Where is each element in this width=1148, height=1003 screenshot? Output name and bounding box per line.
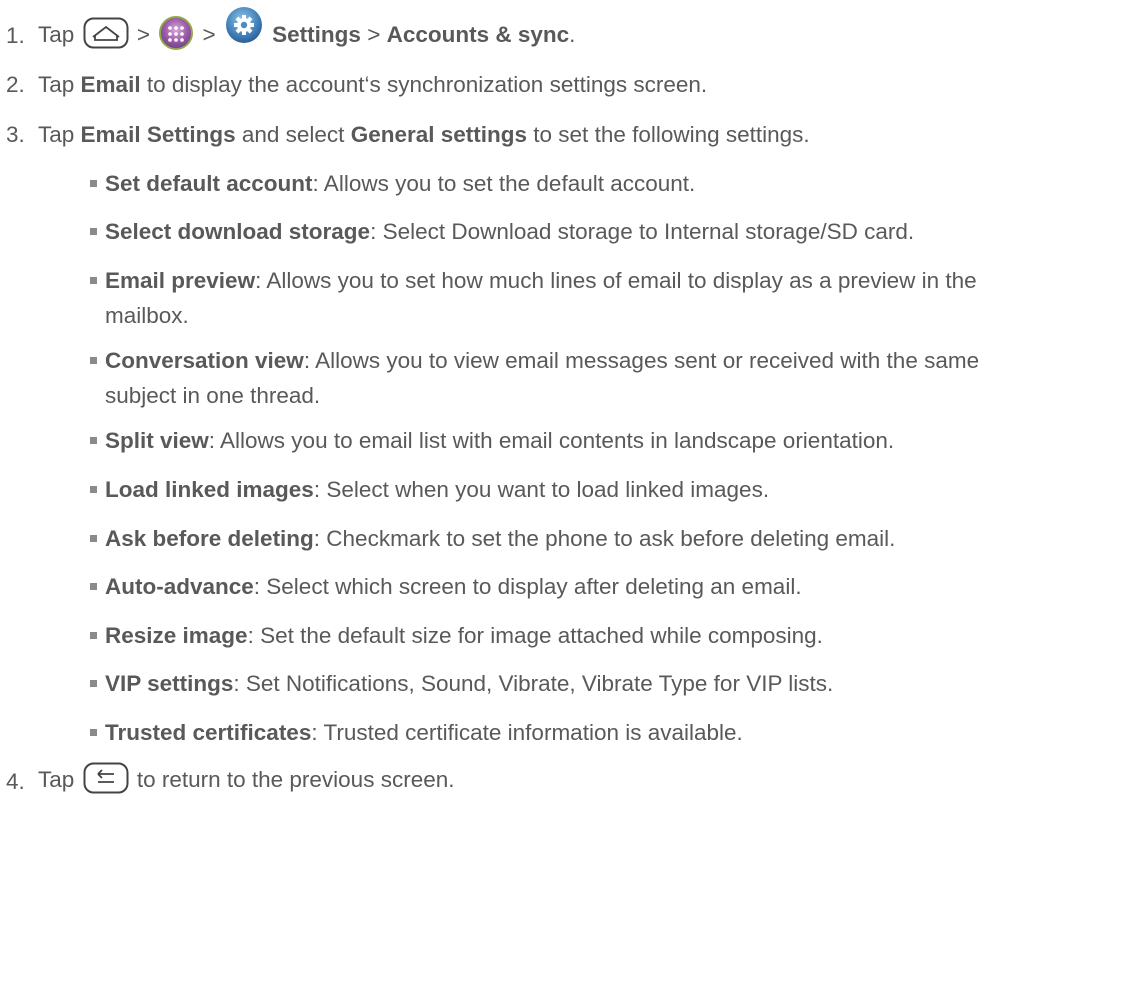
step-number: 1. — [6, 23, 25, 48]
bullet-square — [90, 729, 97, 736]
bullet-square — [90, 437, 97, 444]
step-number: 4. — [6, 769, 25, 794]
term: Trusted certificates — [105, 720, 312, 745]
step-number: 2. — [6, 72, 25, 97]
back-key-icon — [83, 762, 129, 800]
term: Auto-advance — [105, 574, 254, 599]
bullet-square — [90, 680, 97, 687]
settings-gear-icon — [224, 5, 264, 51]
email-label: Email — [80, 72, 141, 97]
term: Conversation view — [105, 348, 304, 373]
step-text: Tap — [38, 21, 75, 47]
apps-icon — [158, 15, 194, 57]
settings-label: Settings — [272, 21, 361, 47]
term: Ask before deleting — [105, 526, 314, 551]
bullet-square — [90, 357, 97, 364]
email-settings-label: Email Settings — [80, 122, 236, 147]
term: Resize image — [105, 623, 248, 648]
home-key-icon — [83, 17, 129, 55]
term: Select download storage — [105, 219, 371, 244]
term: Split view — [105, 428, 209, 453]
bullet-square — [90, 277, 97, 284]
separator: > — [202, 21, 216, 47]
bullet-square — [90, 180, 97, 187]
general-settings-label: General settings — [350, 122, 528, 147]
term: Load linked images — [105, 477, 314, 502]
separator: > — [136, 21, 150, 47]
bullet-square — [90, 535, 97, 542]
step-number: 3. — [6, 122, 25, 147]
accounts-sync-label: Accounts & sync — [386, 21, 570, 47]
separator: > — [367, 21, 381, 47]
bullet-square — [90, 583, 97, 590]
bullet-square — [90, 486, 97, 493]
term: VIP settings — [105, 671, 234, 696]
document-page: 1. Tap > > Settings > Accounts & sync. 2… — [0, 0, 1148, 1003]
term: Set default account — [105, 171, 313, 196]
term: Email preview — [105, 268, 256, 293]
bullet-square — [90, 228, 97, 235]
bullet-square — [90, 632, 97, 639]
